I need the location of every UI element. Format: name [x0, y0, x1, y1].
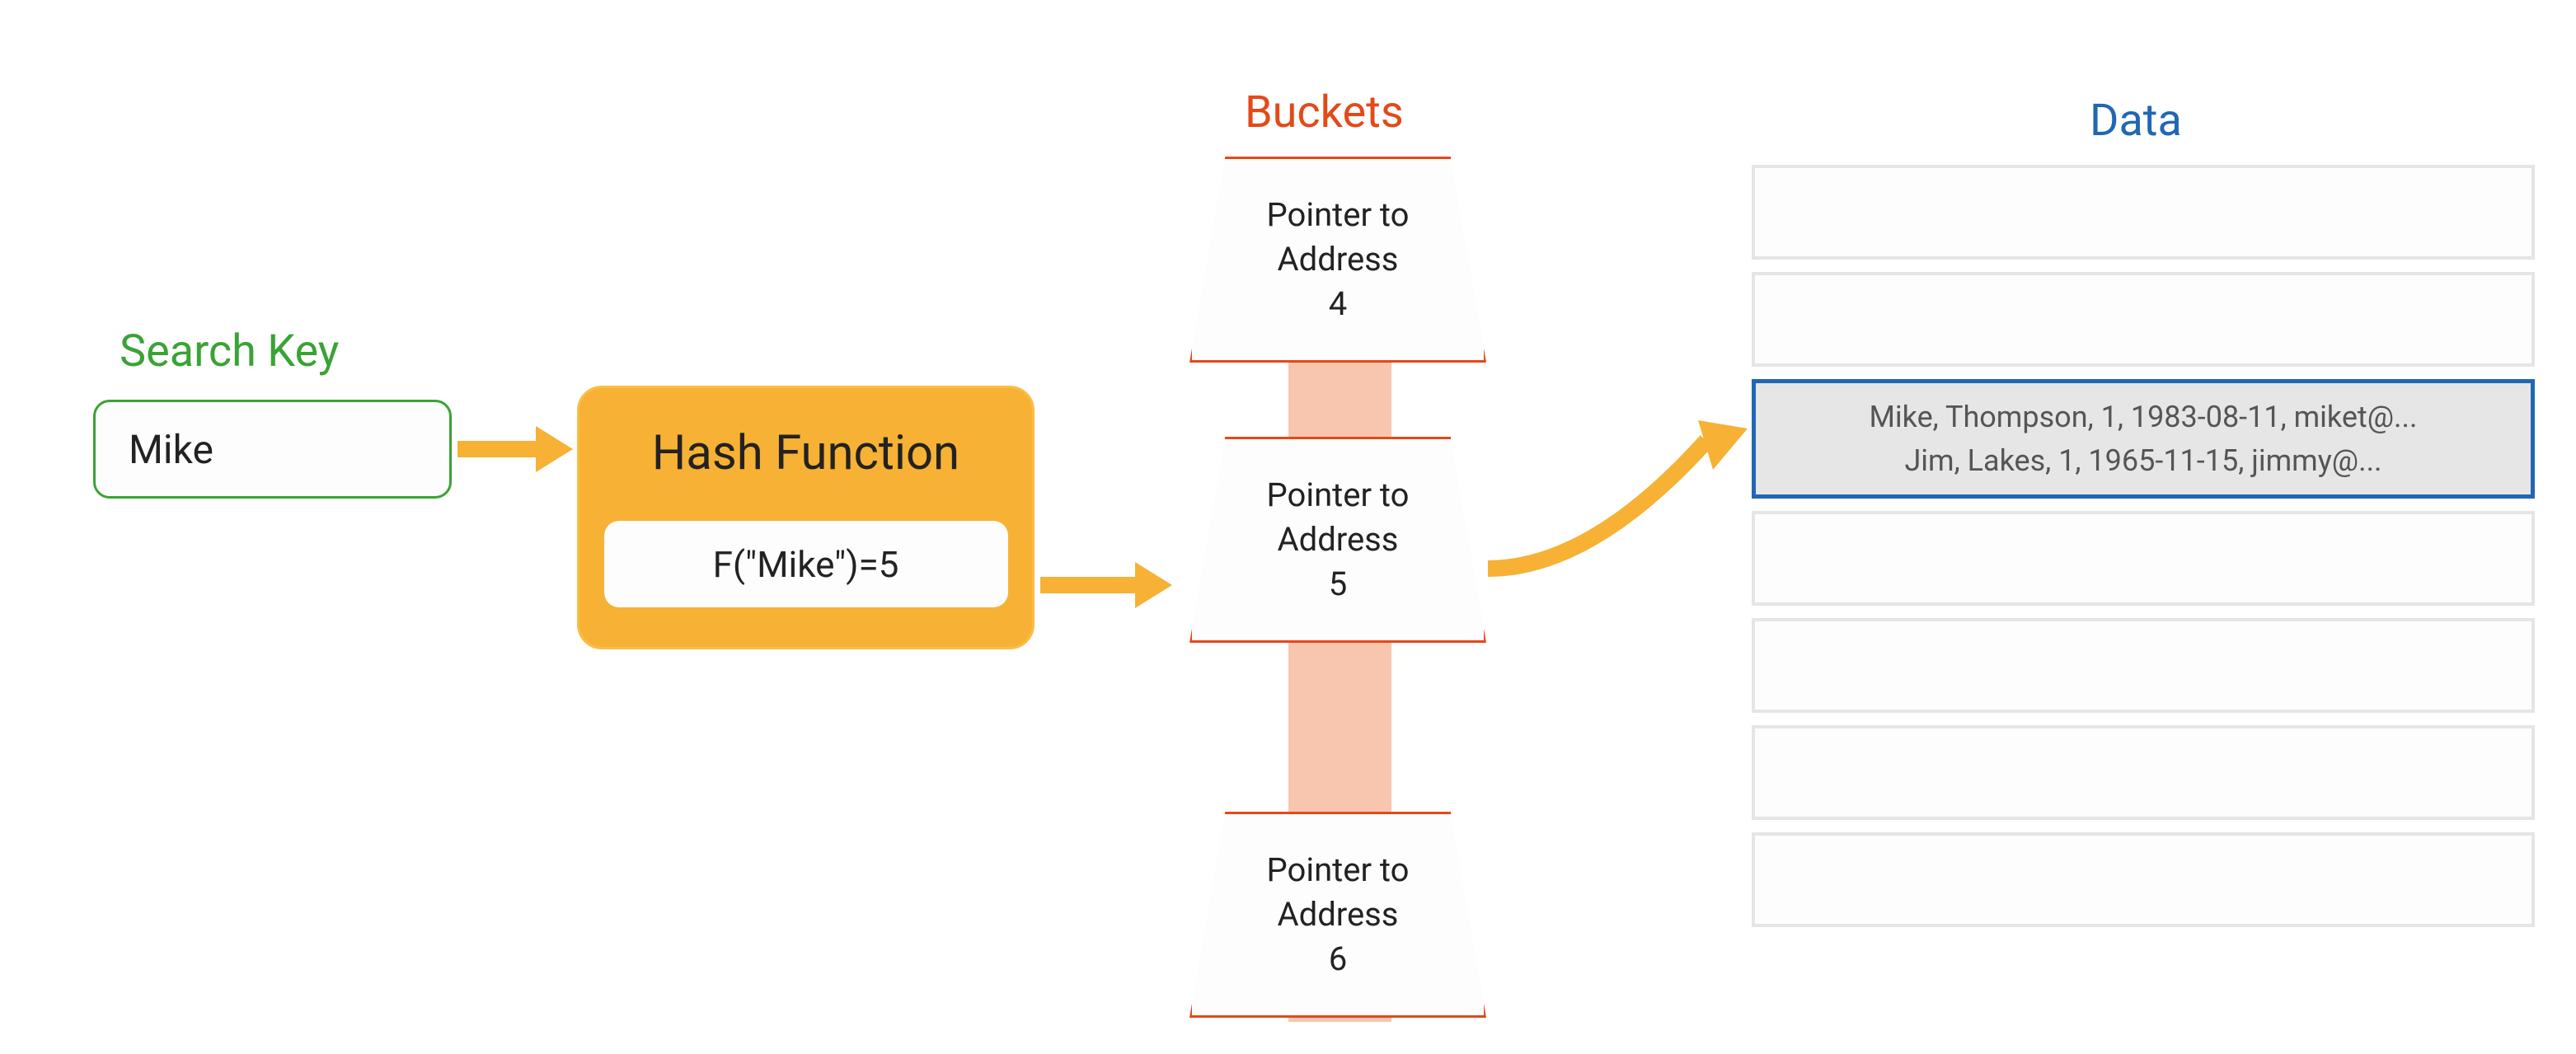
- bucket-4-line2: Address: [1278, 237, 1399, 282]
- bucket-5-line1: Pointer to: [1267, 473, 1410, 518]
- hash-function-result: F("Mike")=5: [604, 521, 1008, 607]
- bucket-4-line3: 4: [1329, 282, 1347, 326]
- buckets-label: Buckets: [1245, 87, 1404, 138]
- data-row-empty: [1752, 511, 2535, 606]
- data-row-empty: [1752, 272, 2535, 367]
- data-label: Data: [2090, 95, 2182, 147]
- data-row-content-1: Mike, Thompson, 1, 1983-08-11, miket@...: [1869, 396, 2417, 438]
- bucket-6: Pointer to Address 6: [1189, 812, 1486, 1018]
- arrow-bucket-to-data: [1484, 404, 1756, 610]
- bucket-4: Pointer to Address 4: [1189, 157, 1486, 363]
- search-key-value: Mike: [129, 426, 213, 473]
- data-row-content-2: Jim, Lakes, 1, 1965-11-15, jimmy@...: [1904, 439, 2381, 482]
- data-row-highlighted: Mike, Thompson, 1, 1983-08-11, miket@...…: [1752, 379, 2535, 499]
- hash-function-box: Hash Function F("Mike")=5: [577, 386, 1035, 649]
- data-table: Mike, Thompson, 1, 1983-08-11, miket@...…: [1752, 165, 2535, 939]
- search-key-label: Search Key: [120, 326, 339, 377]
- bucket-4-line1: Pointer to: [1267, 193, 1410, 237]
- bucket-6-line3: 6: [1329, 937, 1347, 981]
- hash-function-title: Hash Function: [652, 425, 960, 481]
- bucket-5: Pointer to Address 5: [1189, 437, 1486, 643]
- data-row-empty: [1752, 165, 2535, 260]
- bucket-6-line2: Address: [1278, 892, 1399, 937]
- bucket-5-line2: Address: [1278, 518, 1399, 562]
- bucket-6-line1: Pointer to: [1267, 848, 1410, 892]
- data-row-empty: [1752, 618, 2535, 713]
- data-row-empty: [1752, 725, 2535, 820]
- data-row-empty: [1752, 832, 2535, 927]
- search-key-box: Mike: [93, 400, 452, 499]
- bucket-5-line3: 5: [1329, 562, 1347, 607]
